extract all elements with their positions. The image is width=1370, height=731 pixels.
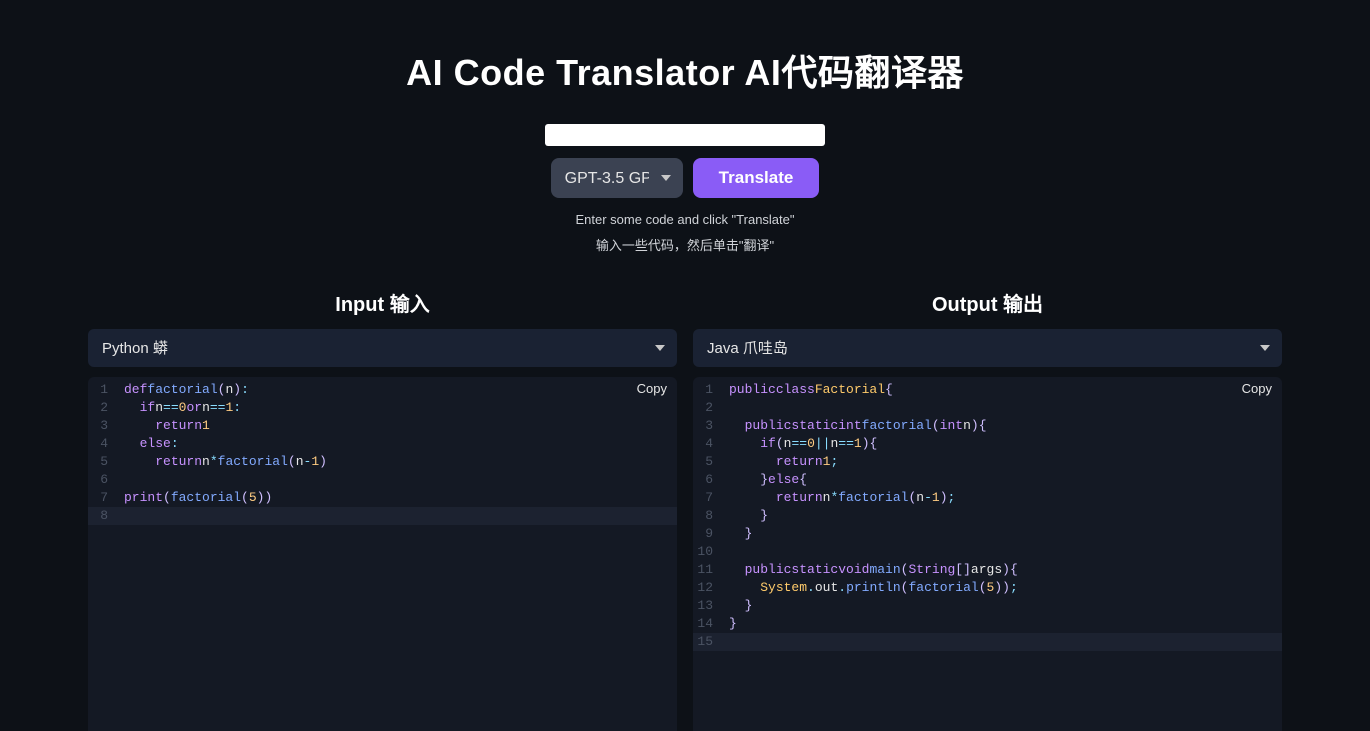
- code-line: 2: [693, 399, 1282, 417]
- input-code-area[interactable]: 1deffactorial(n):2 ifn==0orn==1:3 return…: [88, 377, 677, 525]
- code-content: [116, 471, 677, 489]
- code-line: 3 publicstaticintfactorial(intn){: [693, 417, 1282, 435]
- line-number: 12: [693, 579, 721, 597]
- output-title: Output 输出: [693, 288, 1282, 317]
- api-key-input[interactable]: [545, 124, 825, 146]
- code-content: returnn*factorial(n-1);: [721, 489, 1282, 507]
- code-content: publicstaticintfactorial(intn){: [721, 417, 1282, 435]
- code-content: }: [721, 615, 1282, 633]
- input-lang-wrap: Python 蟒: [88, 329, 677, 367]
- code-content: [116, 507, 677, 525]
- hint-en: Enter some code and click "Translate": [575, 212, 794, 227]
- code-line: 7print(factorial(5)): [88, 489, 677, 507]
- line-number: 6: [88, 471, 116, 489]
- code-content: publicclassFactorial{: [721, 381, 1282, 399]
- code-content: if(n==0||n==1){: [721, 435, 1282, 453]
- output-lang-wrap: Java 爪哇岛: [693, 329, 1282, 367]
- translate-button[interactable]: Translate: [693, 158, 820, 198]
- line-number: 9: [693, 525, 721, 543]
- code-line: 1deffactorial(n):: [88, 381, 677, 399]
- code-content: [721, 399, 1282, 417]
- line-number: 2: [693, 399, 721, 417]
- line-number: 14: [693, 615, 721, 633]
- code-line: 11 publicstaticvoidmain(String[]args){: [693, 561, 1282, 579]
- code-line: 8: [88, 507, 677, 525]
- line-number: 1: [693, 381, 721, 399]
- code-content: [721, 543, 1282, 561]
- line-number: 1: [88, 381, 116, 399]
- input-copy-button[interactable]: Copy: [637, 381, 667, 396]
- code-line: 12 System.out.println(factorial(5));: [693, 579, 1282, 597]
- code-line: 13 }: [693, 597, 1282, 615]
- line-number: 5: [693, 453, 721, 471]
- code-line: 1publicclassFactorial{: [693, 381, 1282, 399]
- code-content: }: [721, 597, 1282, 615]
- hint-zh: 输入一些代码，然后单击"翻译": [596, 235, 774, 254]
- code-content: publicstaticvoidmain(String[]args){: [721, 561, 1282, 579]
- model-select[interactable]: GPT-3.5 GPT: [551, 158, 683, 198]
- line-number: 15: [693, 633, 721, 651]
- line-number: 5: [88, 453, 116, 471]
- code-content: }: [721, 507, 1282, 525]
- line-number: 3: [88, 417, 116, 435]
- line-number: 6: [693, 471, 721, 489]
- code-content: }: [721, 525, 1282, 543]
- output-lang-select[interactable]: Java 爪哇岛: [693, 329, 1282, 367]
- code-line: 7 returnn*factorial(n-1);: [693, 489, 1282, 507]
- code-content: return1;: [721, 453, 1282, 471]
- code-line: 2 ifn==0orn==1:: [88, 399, 677, 417]
- api-key-row: [545, 124, 825, 146]
- controls-row: GPT-3.5 GPT Translate: [551, 158, 820, 198]
- code-line: 5 returnn*factorial(n-1): [88, 453, 677, 471]
- input-title: Input 输入: [88, 288, 677, 317]
- panels: Input 输入 Python 蟒 Copy 1deffactorial(n):…: [88, 288, 1282, 731]
- line-number: 4: [693, 435, 721, 453]
- code-line: 10: [693, 543, 1282, 561]
- line-number: 8: [88, 507, 116, 525]
- code-line: 9 }: [693, 525, 1282, 543]
- line-number: 7: [693, 489, 721, 507]
- code-content: System.out.println(factorial(5));: [721, 579, 1282, 597]
- line-number: 13: [693, 597, 721, 615]
- code-content: print(factorial(5)): [116, 489, 677, 507]
- code-line: 14}: [693, 615, 1282, 633]
- code-line: 4 else:: [88, 435, 677, 453]
- input-panel: Input 输入 Python 蟒 Copy 1deffactorial(n):…: [88, 288, 677, 731]
- output-code-box: Copy 1publicclassFactorial{23 publicstat…: [693, 377, 1282, 731]
- line-number: 3: [693, 417, 721, 435]
- input-lang-select[interactable]: Python 蟒: [88, 329, 677, 367]
- line-number: 2: [88, 399, 116, 417]
- code-content: else:: [116, 435, 677, 453]
- output-copy-button[interactable]: Copy: [1242, 381, 1272, 396]
- code-content: [721, 633, 1282, 651]
- app-root: AI Code Translator AI代码翻译器 GPT-3.5 GPT T…: [0, 0, 1370, 731]
- code-content: deffactorial(n):: [116, 381, 677, 399]
- code-line: 6: [88, 471, 677, 489]
- code-line: 4 if(n==0||n==1){: [693, 435, 1282, 453]
- page-title: AI Code Translator AI代码翻译器: [406, 44, 964, 96]
- code-line: 15: [693, 633, 1282, 651]
- output-panel: Output 输出 Java 爪哇岛 Copy 1publicclassFact…: [693, 288, 1282, 731]
- code-line: 6 }else{: [693, 471, 1282, 489]
- code-line: 3 return1: [88, 417, 677, 435]
- line-number: 11: [693, 561, 721, 579]
- code-content: returnn*factorial(n-1): [116, 453, 677, 471]
- code-line: 5 return1;: [693, 453, 1282, 471]
- code-content: }else{: [721, 471, 1282, 489]
- code-content: return1: [116, 417, 677, 435]
- line-number: 8: [693, 507, 721, 525]
- line-number: 7: [88, 489, 116, 507]
- line-number: 10: [693, 543, 721, 561]
- line-number: 4: [88, 435, 116, 453]
- model-select-wrap: GPT-3.5 GPT: [551, 158, 683, 198]
- input-code-box: Copy 1deffactorial(n):2 ifn==0orn==1:3 r…: [88, 377, 677, 731]
- code-content: ifn==0orn==1:: [116, 399, 677, 417]
- code-line: 8 }: [693, 507, 1282, 525]
- output-code-area[interactable]: 1publicclassFactorial{23 publicstaticint…: [693, 377, 1282, 651]
